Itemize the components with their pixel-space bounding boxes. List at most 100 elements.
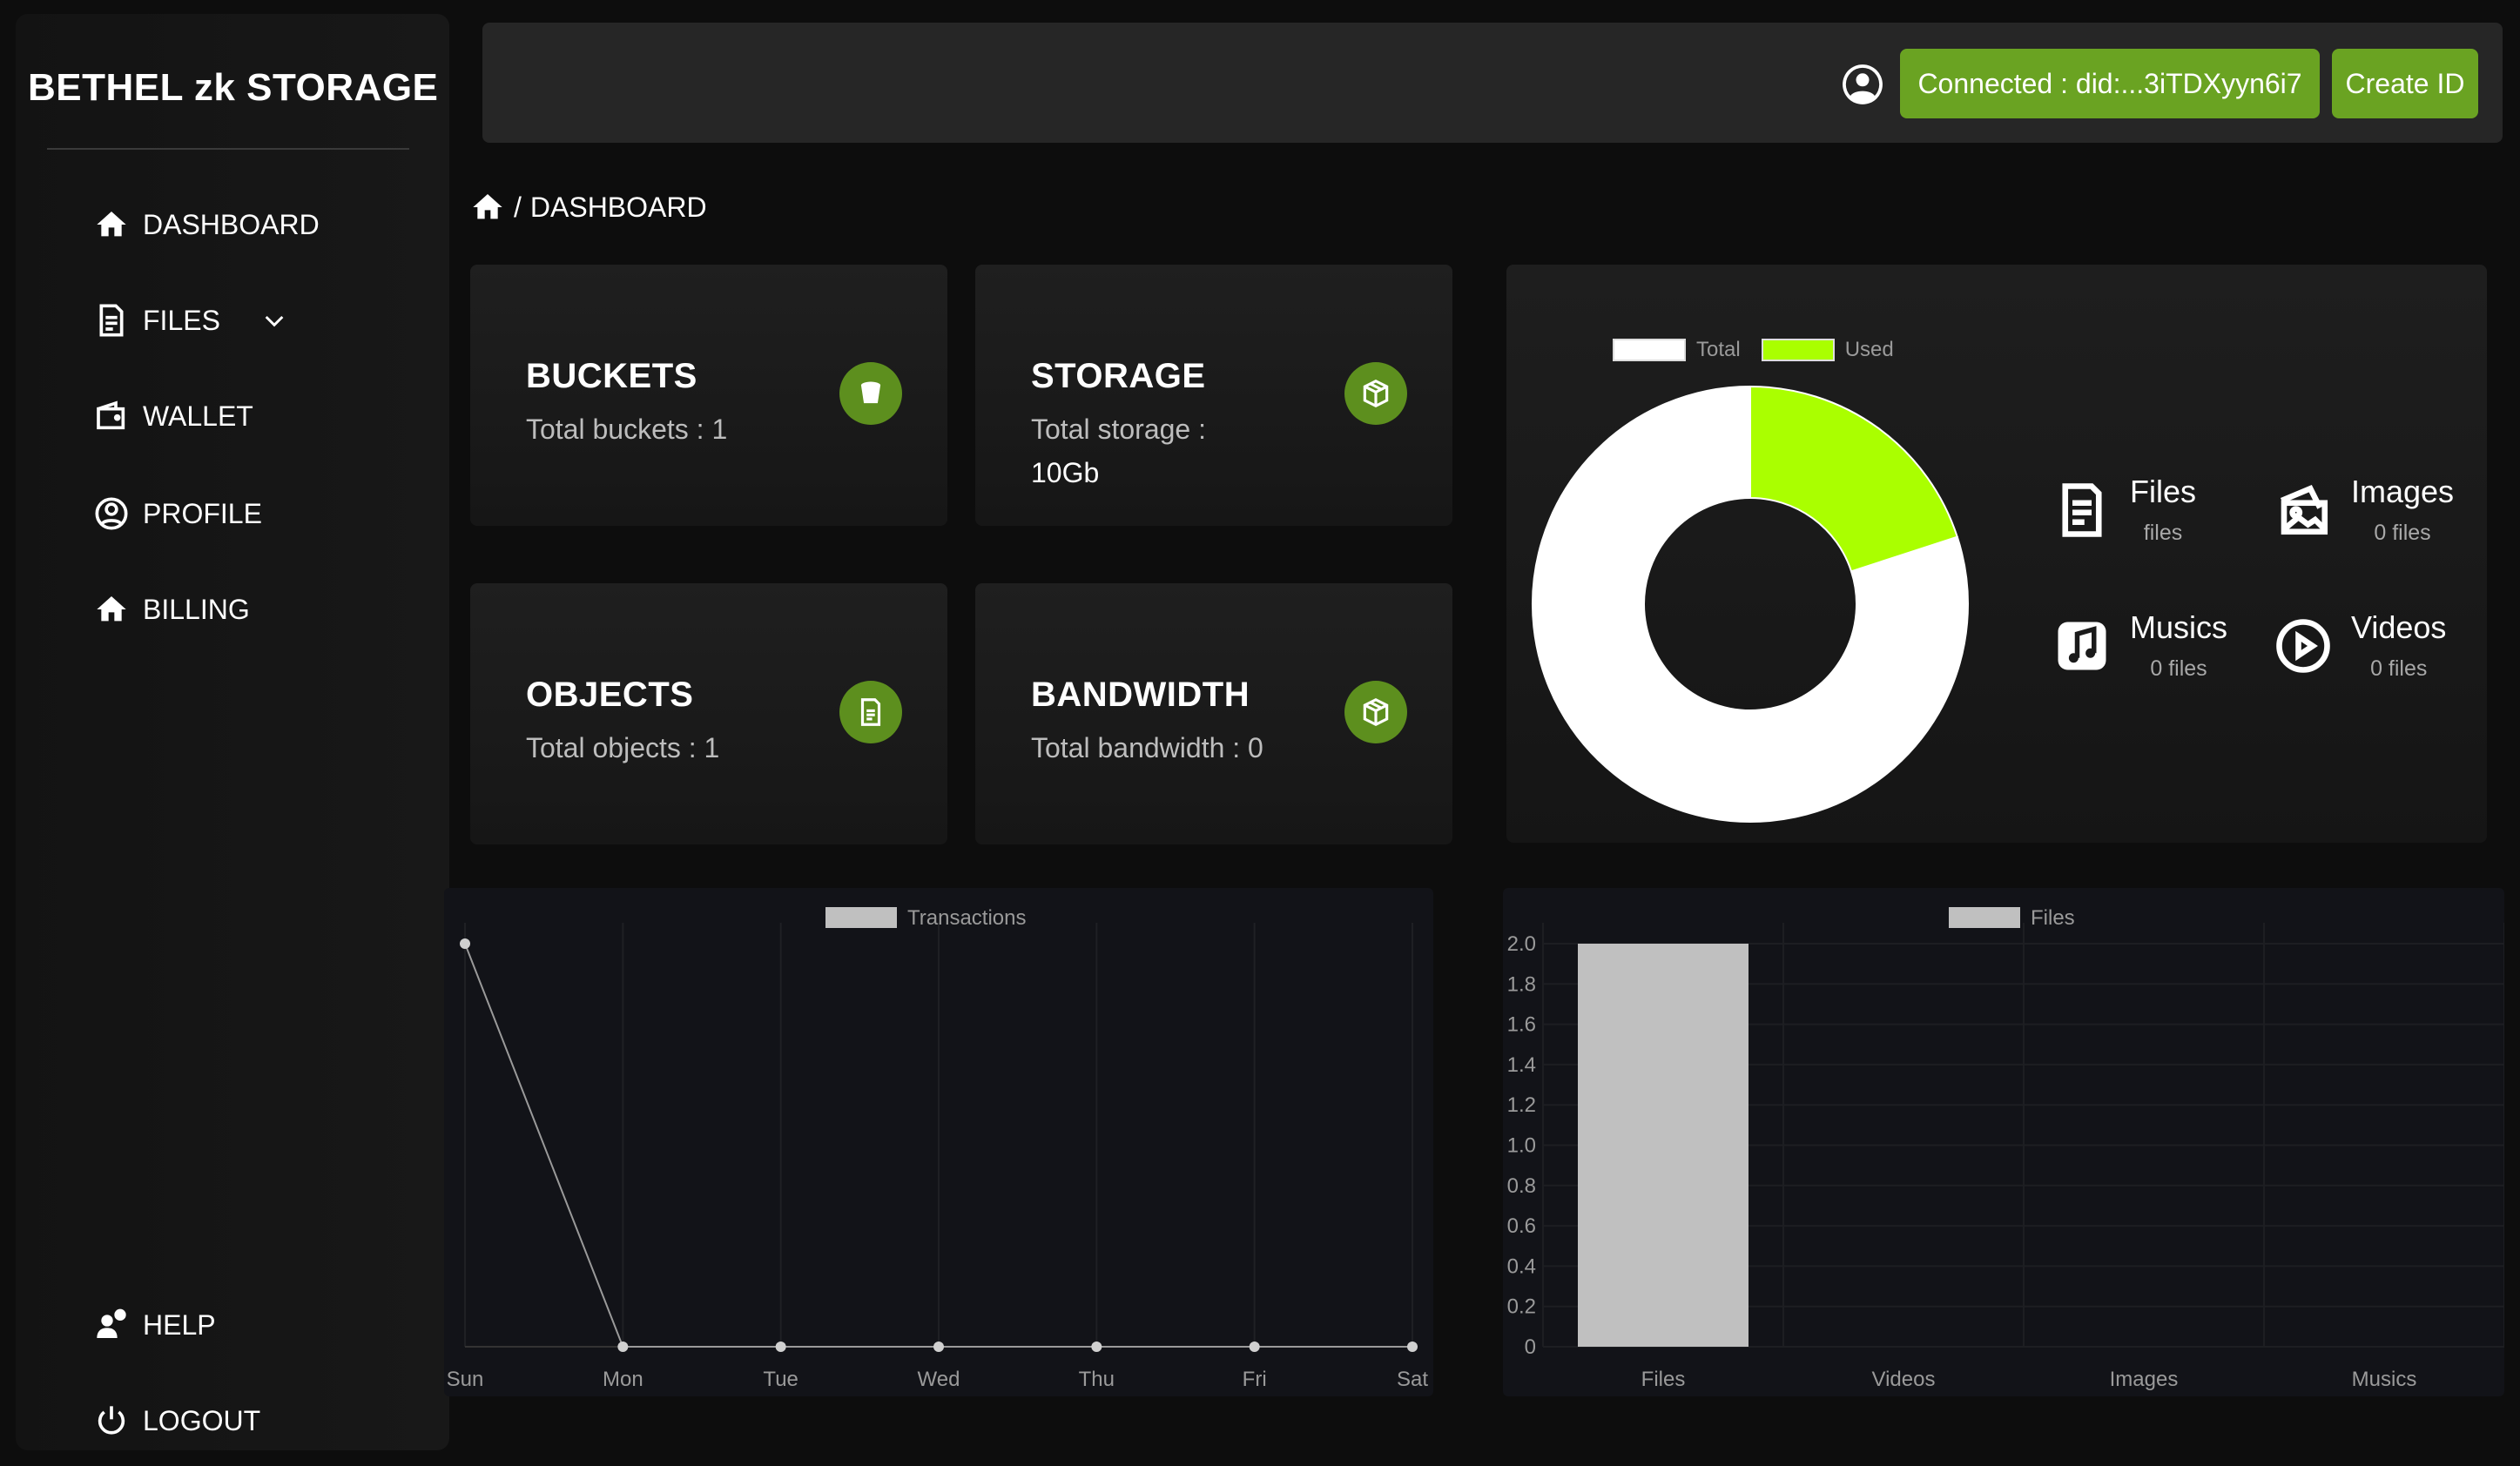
legend-swatch-files bbox=[1949, 907, 2020, 928]
card-value: 10Gb bbox=[1031, 457, 1100, 488]
brand-divider bbox=[47, 148, 409, 150]
data-point[interactable] bbox=[933, 1342, 944, 1352]
help-icon bbox=[97, 1308, 126, 1338]
user-circle-icon[interactable] bbox=[1841, 63, 1884, 106]
y-tick-label: 1.0 bbox=[1507, 1134, 1536, 1158]
x-tick-label: Fri bbox=[1243, 1368, 1267, 1391]
card-title: BANDWIDTH bbox=[1031, 676, 1250, 714]
transactions-line-chart: Transactions Sun Mon Tue Wed Thu Fri Sat bbox=[447, 906, 1429, 1391]
transactions-chart-panel: Transactions Sun Mon Tue Wed Thu Fri Sat bbox=[444, 888, 1433, 1396]
storage-usage-panel: Total Used Files files Images 0 files Mu… bbox=[1506, 265, 2487, 843]
file-type-files[interactable]: Files files bbox=[2053, 474, 2196, 546]
sidebar-item-help[interactable]: HELP bbox=[94, 1308, 216, 1342]
card-title: STORAGE bbox=[1031, 357, 1206, 395]
sidebar-item-label: HELP bbox=[143, 1308, 216, 1341]
legend-label-files[interactable]: Files bbox=[2031, 906, 2075, 930]
legend-swatch-total bbox=[1613, 339, 1686, 361]
file-type-name: Musics bbox=[2130, 609, 2228, 645]
donut-slice-used[interactable] bbox=[1749, 385, 1959, 573]
box-icon bbox=[1344, 681, 1407, 743]
sidebar-item-billing[interactable]: BILLING bbox=[94, 592, 250, 627]
x-tick-label: Sun bbox=[447, 1368, 484, 1391]
breadcrumb: / DASHBOARD bbox=[470, 190, 707, 225]
home-icon[interactable] bbox=[470, 190, 505, 225]
y-tick-label: 1.2 bbox=[1507, 1093, 1536, 1117]
legend-swatch-used bbox=[1761, 339, 1835, 361]
file-type-images[interactable]: Images 0 files bbox=[2274, 474, 2454, 546]
legend-label-used[interactable]: Used bbox=[1845, 338, 1894, 362]
legend-label-transactions[interactable]: Transactions bbox=[907, 906, 1027, 930]
images-icon bbox=[2280, 484, 2328, 535]
card-title: BUCKETS bbox=[526, 357, 697, 395]
file-type-count: 0 files bbox=[2374, 521, 2431, 545]
breadcrumb-separator: / bbox=[514, 191, 522, 223]
sidebar-item-wallet[interactable]: WALLET bbox=[94, 399, 253, 434]
file-type-count: files bbox=[2143, 521, 2183, 545]
x-tick-label: Tue bbox=[763, 1368, 798, 1391]
bucket-icon bbox=[839, 362, 902, 425]
card-subtitle: Total objects : 1 bbox=[526, 732, 720, 763]
file-type-musics[interactable]: Musics 0 files bbox=[2053, 609, 2227, 682]
storage-card: STORAGE Total storage : 10Gb bbox=[975, 265, 1452, 526]
breadcrumb-current: DASHBOARD bbox=[529, 191, 707, 223]
file-type-count: 0 files bbox=[2150, 656, 2207, 681]
document-icon bbox=[99, 304, 124, 337]
card-subtitle-label: Total storage : bbox=[1031, 414, 1206, 445]
sidebar-item-label: BILLING bbox=[143, 593, 250, 625]
data-point[interactable] bbox=[460, 938, 470, 949]
files-bar-chart: 0 0.2 0.4 0.6 0.8 1.0 1.2 1.4 1.6 1.8 2.0 Files File… bbox=[1507, 906, 2505, 1391]
x-tick-label: Mon bbox=[603, 1368, 643, 1391]
box-icon bbox=[1344, 362, 1407, 425]
create-id-button[interactable]: Create ID bbox=[2332, 49, 2478, 118]
legend-swatch-transactions bbox=[825, 907, 897, 928]
card-title: OBJECTS bbox=[526, 676, 694, 714]
bar[interactable] bbox=[1578, 944, 1749, 1347]
y-tick-label: 1.6 bbox=[1507, 1013, 1536, 1037]
y-tick-label: 0.2 bbox=[1507, 1295, 1536, 1319]
card-subtitle: Total bandwidth : 0 bbox=[1031, 732, 1263, 763]
x-tick-label: Files bbox=[1641, 1368, 1686, 1391]
sidebar-item-logout[interactable]: LOGOUT bbox=[94, 1403, 260, 1438]
document-icon bbox=[839, 681, 902, 743]
legend-label-total[interactable]: Total bbox=[1696, 338, 1741, 362]
music-icon bbox=[2058, 622, 2106, 669]
y-tick-label: 0 bbox=[1525, 1335, 1536, 1359]
sidebar-item-dashboard[interactable]: DASHBOARD bbox=[94, 207, 320, 242]
top-header: Connected : did:...3iTDXyyn6i7 Create ID bbox=[482, 23, 2503, 143]
home-icon bbox=[97, 596, 126, 622]
y-tick-label: 0.6 bbox=[1507, 1214, 1536, 1238]
data-point[interactable] bbox=[1091, 1342, 1102, 1352]
sidebar: BETHEL zk STORAGE DASHBOARD FILES WALLET… bbox=[16, 14, 449, 1450]
wallet-icon bbox=[97, 400, 125, 430]
sidebar-item-files[interactable]: FILES bbox=[94, 303, 288, 338]
sidebar-item-label: LOGOUT bbox=[143, 1404, 261, 1436]
donut-legend: Total Used bbox=[1613, 338, 1894, 362]
y-tick-label: 1.8 bbox=[1507, 972, 1536, 996]
data-point[interactable] bbox=[617, 1342, 629, 1352]
data-point[interactable] bbox=[1249, 1342, 1260, 1352]
card-subtitle: Total storage : 10Gb bbox=[1031, 407, 1344, 494]
sidebar-item-profile[interactable]: PROFILE bbox=[94, 496, 262, 531]
y-tick-label: 0.8 bbox=[1507, 1174, 1536, 1198]
storage-donut-chart bbox=[1532, 385, 1969, 823]
brand-title: BETHEL zk STORAGE bbox=[28, 66, 439, 109]
data-point[interactable] bbox=[775, 1342, 786, 1352]
file-type-name: Videos bbox=[2351, 609, 2447, 645]
connected-did-button[interactable]: Connected : did:...3iTDXyyn6i7 bbox=[1900, 49, 2320, 118]
x-tick-label: Sat bbox=[1397, 1368, 1428, 1391]
file-type-videos[interactable]: Videos 0 files bbox=[2274, 609, 2446, 682]
file-type-count: 0 files bbox=[2370, 656, 2428, 681]
sidebar-item-label: FILES bbox=[143, 304, 220, 336]
chevron-down-icon[interactable] bbox=[260, 306, 288, 334]
sidebar-item-label: PROFILE bbox=[143, 497, 262, 529]
y-tick-label: 0.4 bbox=[1507, 1254, 1536, 1278]
x-tick-label: Images bbox=[2110, 1368, 2179, 1391]
power-icon bbox=[98, 1406, 125, 1435]
user-circle-icon bbox=[95, 497, 128, 530]
x-tick-label: Thu bbox=[1079, 1368, 1115, 1391]
bandwidth-card: BANDWIDTH Total bandwidth : 0 bbox=[975, 583, 1452, 844]
x-tick-label: Videos bbox=[1872, 1368, 1936, 1391]
play-icon bbox=[2276, 618, 2330, 673]
data-point[interactable] bbox=[1407, 1342, 1418, 1352]
y-tick-label: 1.4 bbox=[1507, 1053, 1536, 1077]
